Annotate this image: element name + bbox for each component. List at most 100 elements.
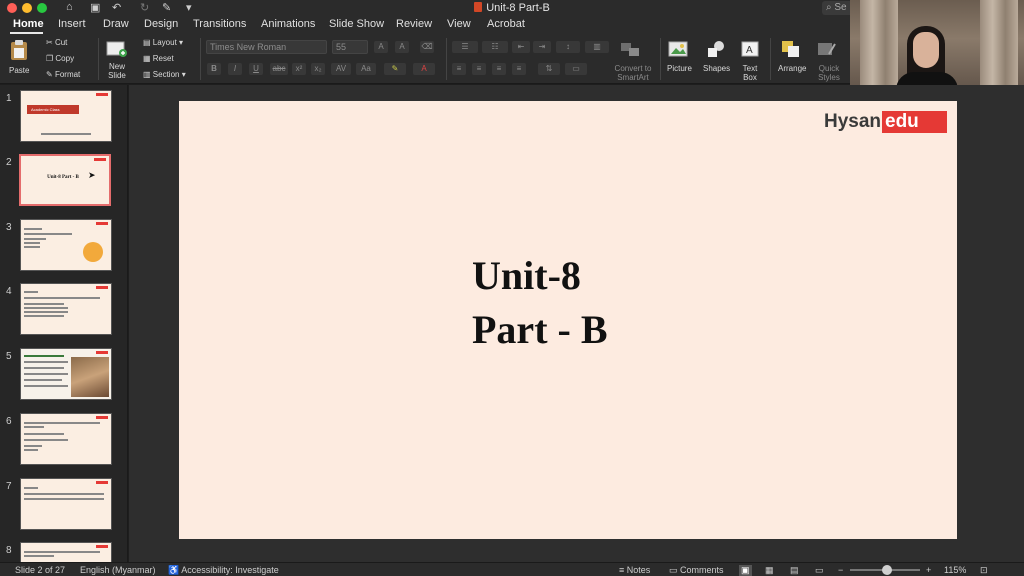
slide-sorter-icon[interactable]: ▦ [765, 565, 774, 576]
mouse-cursor-icon: ➤ [88, 170, 96, 180]
align-center-button[interactable]: ≡ [472, 63, 486, 75]
thumb-title: Unit-8 Part - B [47, 175, 79, 180]
presenter-face [913, 32, 939, 68]
svg-text:A: A [746, 45, 753, 56]
slide-title-placeholder[interactable]: Unit-8 Part - B [472, 249, 608, 357]
slide-thumbnail-1[interactable]: Academic Class [20, 90, 112, 142]
character-spacing-button[interactable]: AV [331, 63, 351, 75]
decrease-indent-button[interactable]: ⇤ [512, 41, 530, 53]
align-right-button[interactable]: ≡ [492, 63, 506, 75]
search-placeholder: Se [834, 2, 847, 13]
comment-icon: ▭ [669, 565, 681, 575]
highlight-color-button[interactable]: ✎ [384, 63, 406, 75]
slide-show-icon[interactable]: ▭ [815, 565, 824, 576]
tab-review[interactable]: Review [396, 18, 432, 30]
layout-button[interactable]: ▤ Layout ▾ [143, 38, 183, 47]
tab-insert[interactable]: Insert [58, 18, 86, 30]
copy-button[interactable]: ❐ Copy [46, 54, 74, 63]
slide-thumbnail-5[interactable] [20, 348, 112, 400]
underline-button[interactable]: U [249, 63, 263, 75]
status-bar: Slide 2 of 27 English (Myanmar) ♿ Access… [0, 562, 1024, 576]
line-spacing-button[interactable]: ↕ [556, 41, 580, 53]
zoom-slider-handle[interactable] [882, 565, 892, 575]
thumb-logo [94, 158, 106, 161]
accessibility-button[interactable]: ♿ Accessibility: Investigate [168, 565, 279, 576]
slide-editor-canvas[interactable]: Hysan edu Unit-8 Part - B [129, 85, 1024, 562]
align-text-button[interactable]: ▭ [565, 63, 587, 75]
text-direction-button[interactable]: ⇅ [538, 63, 560, 75]
tab-transitions[interactable]: Transitions [193, 18, 246, 30]
tab-design[interactable]: Design [144, 18, 178, 30]
superscript-button[interactable]: x² [292, 63, 306, 75]
subscript-button[interactable]: x₂ [311, 63, 325, 75]
zoom-in-button[interactable]: + [926, 565, 931, 575]
numbering-button[interactable]: ☷ [482, 41, 508, 53]
slide-number: 6 [6, 416, 12, 427]
slide-number: 7 [6, 481, 12, 492]
ribbon-divider [200, 38, 201, 80]
language-indicator[interactable]: English (Myanmar) [80, 565, 156, 575]
align-left-button[interactable]: ≡ [452, 63, 466, 75]
slide-number: 4 [6, 286, 12, 297]
font-size-value: 55 [336, 42, 347, 52]
cut-button[interactable]: ✂ Cut [46, 38, 67, 47]
thumb-logo [96, 481, 108, 484]
columns-button[interactable]: ▥ [585, 41, 609, 53]
increase-indent-button[interactable]: ⇥ [533, 41, 551, 53]
slide-thumbnail-8[interactable] [20, 542, 112, 562]
font-name-value: Times New Roman [210, 42, 287, 52]
emoji-thumbs-up-image [83, 242, 103, 262]
new-slide-icon [106, 41, 127, 57]
current-slide[interactable]: Hysan edu Unit-8 Part - B [179, 101, 957, 539]
thumb-logo [96, 545, 108, 548]
strikethrough-button[interactable]: abc [270, 63, 288, 75]
bold-button[interactable]: B [207, 63, 221, 75]
font-color-button[interactable]: A [413, 63, 435, 75]
thumb-text-line [24, 445, 42, 447]
tab-slide-show[interactable]: Slide Show [329, 18, 384, 30]
slide-thumbnail-7[interactable] [20, 478, 112, 530]
quick-styles-icon [818, 43, 836, 55]
tab-view[interactable]: View [447, 18, 471, 30]
slide-thumbnail-3[interactable] [20, 219, 112, 271]
increase-font-size-button[interactable]: A [374, 41, 388, 53]
slide-thumbnail-2[interactable]: Unit-8 Part - B ➤ [19, 154, 111, 206]
zoom-out-button[interactable]: − [838, 565, 843, 575]
fit-to-window-icon[interactable]: ⊡ [980, 565, 988, 576]
thumb-text-line [24, 291, 38, 293]
slide-thumbnail-6[interactable] [20, 413, 112, 465]
reset-button[interactable]: ▦ Reset [143, 54, 174, 63]
font-name-select[interactable]: Times New Roman [206, 40, 327, 54]
decrease-font-size-button[interactable]: A [395, 41, 409, 53]
zoom-level[interactable]: 115% [944, 565, 966, 575]
clear-formatting-button[interactable]: ⌫ [420, 41, 434, 53]
italic-button[interactable]: I [228, 63, 242, 75]
change-case-button[interactable]: Aa [356, 63, 376, 75]
tab-home[interactable]: Home [13, 18, 44, 30]
tab-acrobat[interactable]: Acrobat [487, 18, 525, 30]
section-button[interactable]: ▥ Section ▾ [143, 70, 186, 79]
picture-label: Picture [667, 64, 692, 73]
slide-number: 3 [6, 222, 12, 233]
slide-thumbnail-4[interactable] [20, 283, 112, 335]
section-label: Section [152, 70, 180, 79]
reset-icon: ▦ [143, 54, 153, 63]
notes-icon: ≡ [619, 565, 627, 575]
reading-view-icon[interactable]: ▤ [790, 565, 799, 576]
thumb-text-line [24, 426, 44, 428]
font-size-select[interactable]: 55 [332, 40, 368, 54]
tab-animations[interactable]: Animations [261, 18, 315, 30]
comments-button[interactable]: ▭ Comments [669, 565, 724, 576]
thumb-logo [96, 351, 108, 354]
thumb-logo [96, 286, 108, 289]
format-painter-button[interactable]: ✎ Format [46, 70, 80, 79]
tab-draw[interactable]: Draw [103, 18, 129, 30]
justify-button[interactable]: ≡ [512, 63, 526, 75]
layout-icon: ▤ [143, 38, 153, 47]
thumb-text-line [24, 297, 100, 299]
notes-button[interactable]: ≡ Notes [619, 565, 650, 575]
normal-view-icon[interactable]: ▣ [739, 565, 752, 576]
thumb-text-line [24, 361, 68, 363]
bullets-button[interactable]: ☰ [452, 41, 478, 53]
layout-label: Layout [152, 38, 177, 47]
